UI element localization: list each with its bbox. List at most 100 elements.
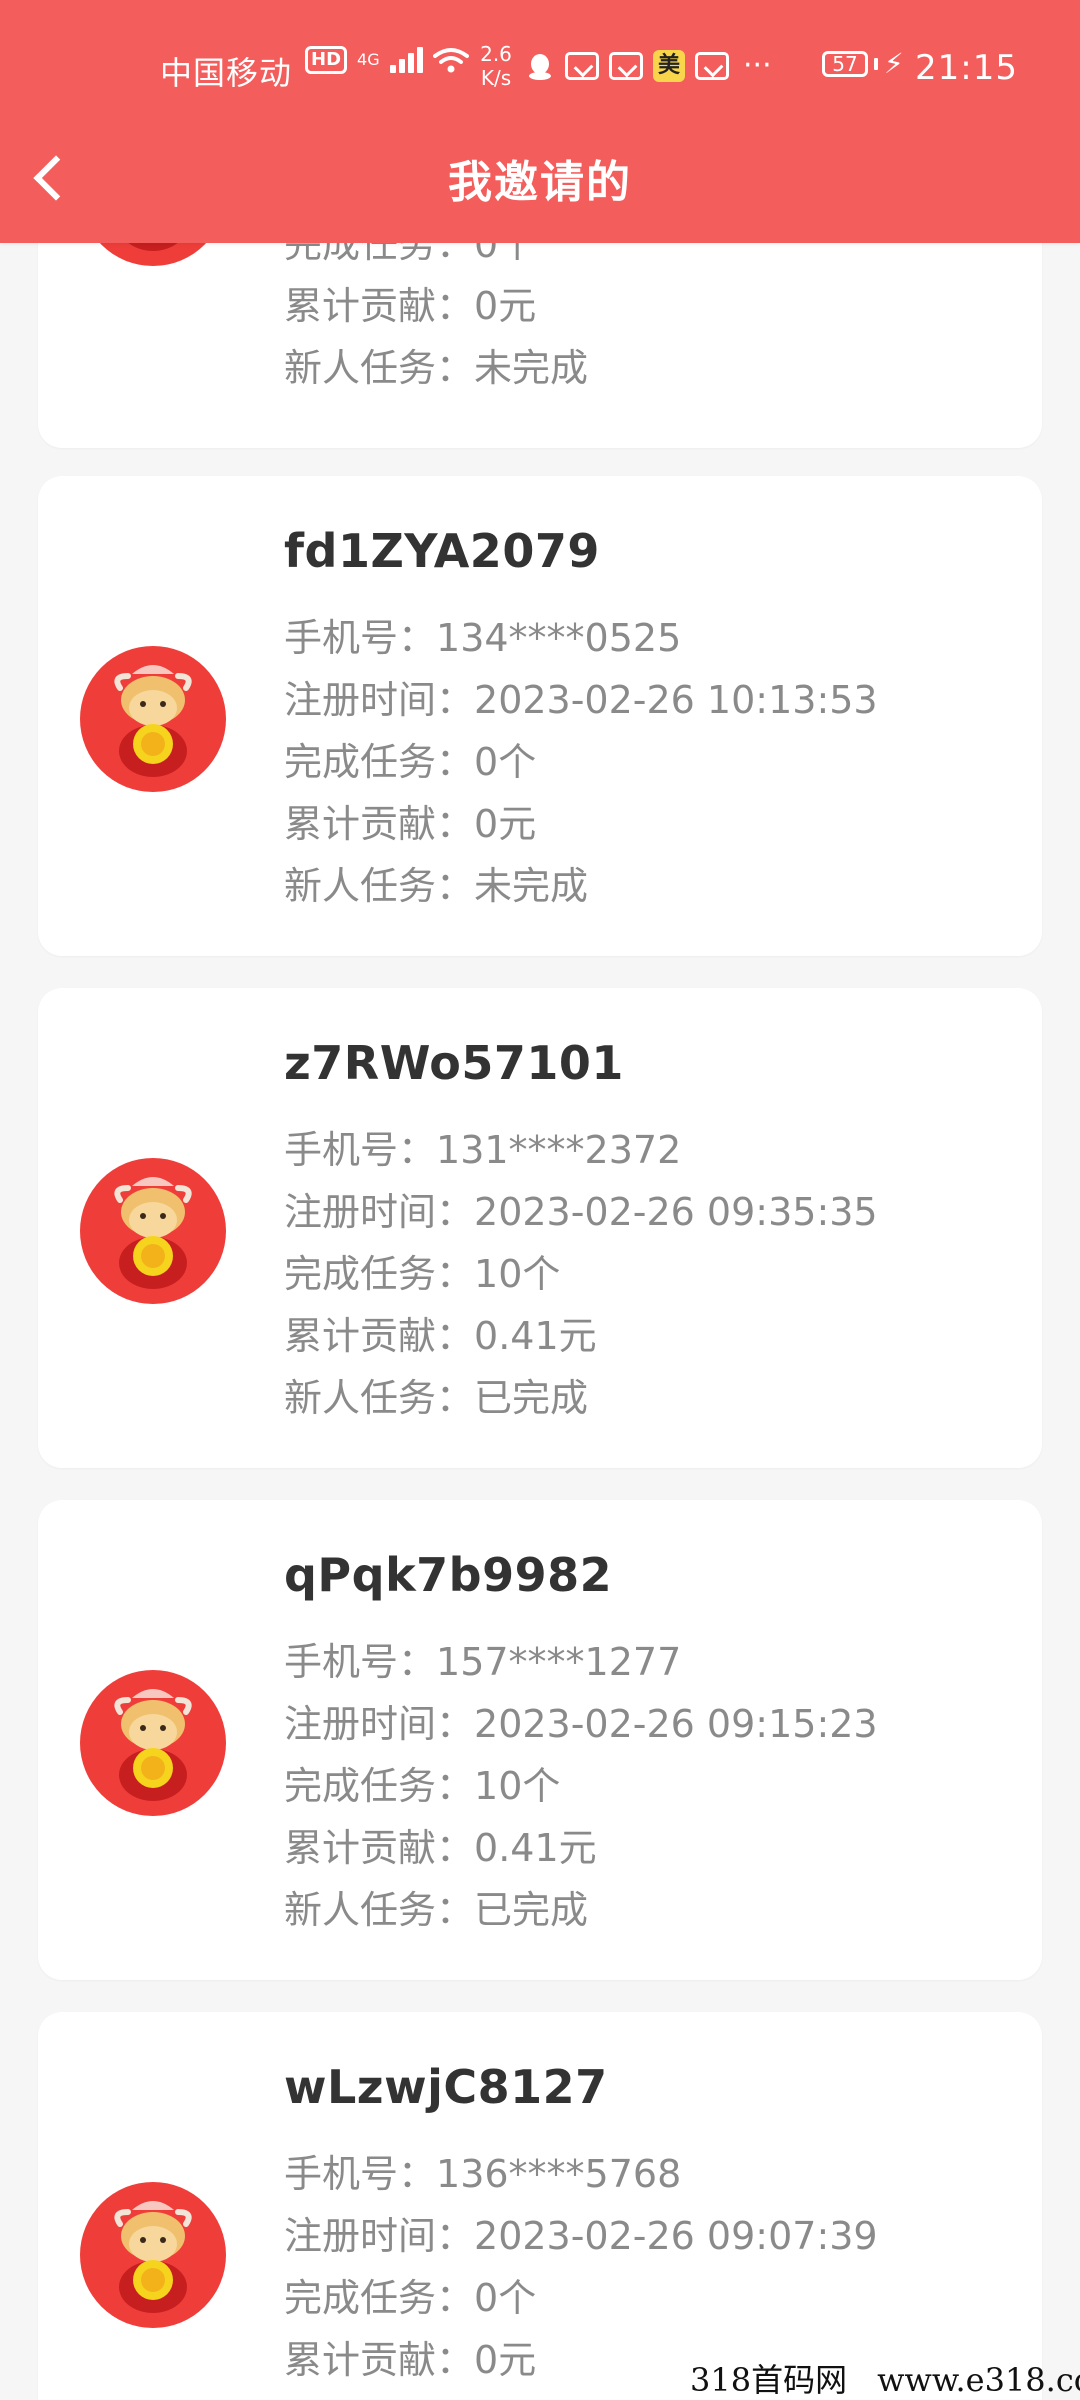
charging-icon: ⚡ bbox=[884, 47, 904, 80]
invite-list[interactable]: 完成任务：0个 累计贡献：0元 新人任务：未完成 fd1ZYA2079 手机号：… bbox=[0, 0, 1080, 2400]
info-label: 手机号： bbox=[284, 1640, 437, 1684]
app-notification-icon bbox=[695, 51, 729, 80]
watermark-site: 318首码网 bbox=[690, 2361, 848, 2399]
info-label: 注册时间： bbox=[284, 1190, 475, 1234]
notification-icons: 美 ··· bbox=[525, 48, 772, 83]
network-icons: HD 4G bbox=[305, 46, 469, 74]
info-label: 累计贡献： bbox=[284, 1314, 475, 1358]
invitee-id: qPqk7b9982 bbox=[284, 1548, 613, 1602]
info-row: 注册时间：2023-02-26 09:07:39 bbox=[284, 2212, 878, 2260]
info-value: 0元 bbox=[474, 2338, 537, 2382]
info-row: 累计贡献：0元 bbox=[284, 282, 536, 330]
watermark-url: www.e318.com bbox=[877, 2361, 1080, 2399]
speed-value: 2.6 bbox=[480, 42, 512, 66]
info-row: 完成任务：10个 bbox=[284, 1250, 560, 1298]
battery-indicator: 57 ⚡ bbox=[822, 50, 904, 78]
info-row: 完成任务：10个 bbox=[284, 1762, 560, 1810]
info-label: 新人任务： bbox=[284, 864, 475, 908]
info-row: 新人任务：已完成 bbox=[284, 1374, 588, 1422]
info-label: 累计贡献： bbox=[284, 1826, 475, 1870]
info-value: 0.41元 bbox=[474, 1826, 597, 1870]
info-row: 累计贡献：0.41元 bbox=[284, 1312, 597, 1360]
info-value: 0元 bbox=[474, 802, 537, 846]
info-value: 已完成 bbox=[474, 1376, 589, 1420]
info-row: 累计贡献：0元 bbox=[284, 800, 536, 848]
info-row: 累计贡献：0元 bbox=[284, 2336, 536, 2384]
info-row: 完成任务：0个 bbox=[284, 738, 536, 786]
info-value: 0.41元 bbox=[474, 1314, 597, 1358]
invite-card[interactable]: wLzwjC8127 手机号：136****5768 注册时间：2023-02-… bbox=[38, 2012, 1042, 2400]
battery-cap bbox=[874, 58, 878, 70]
info-value: 2023-02-26 09:35:35 bbox=[474, 1190, 878, 1234]
info-value: 2023-02-26 09:07:39 bbox=[474, 2214, 878, 2258]
info-value: 已完成 bbox=[474, 1888, 589, 1932]
info-value: 131****2372 bbox=[436, 1128, 682, 1172]
hd-badge: HD bbox=[305, 46, 348, 74]
info-value: 0元 bbox=[474, 284, 537, 328]
info-value: 2023-02-26 09:15:23 bbox=[474, 1702, 878, 1746]
app-header: 中国移动 HD 4G 2.6 K/s 美 ··· 57 ⚡ 21:15 我邀请的 bbox=[0, 0, 1080, 243]
info-row: 新人任务：未完成 bbox=[284, 862, 588, 910]
invite-card[interactable]: fd1ZYA2079 手机号：134****0525 注册时间：2023-02-… bbox=[38, 476, 1042, 956]
info-row: 手机号：157****1277 bbox=[284, 1638, 681, 1686]
qq-icon bbox=[529, 53, 551, 80]
info-row: 新人任务：已完成 bbox=[284, 1886, 588, 1934]
info-label: 手机号： bbox=[284, 616, 437, 660]
info-value: 0个 bbox=[474, 2276, 537, 2320]
info-value: 157****1277 bbox=[436, 1640, 682, 1684]
app-notification-icon bbox=[565, 51, 599, 80]
info-row: 手机号：136****5768 bbox=[284, 2150, 681, 2198]
info-row: 注册时间：2023-02-26 09:15:23 bbox=[284, 1700, 878, 1748]
info-label: 累计贡献： bbox=[284, 802, 475, 846]
invite-card[interactable]: qPqk7b9982 手机号：157****1277 注册时间：2023-02-… bbox=[38, 1500, 1042, 1980]
info-label: 累计贡献： bbox=[284, 2338, 475, 2382]
info-value: 2023-02-26 10:13:53 bbox=[474, 678, 878, 722]
info-label: 手机号： bbox=[284, 2152, 437, 2196]
info-label: 注册时间： bbox=[284, 2214, 475, 2258]
signal-icon bbox=[389, 47, 423, 73]
info-label: 完成任务： bbox=[284, 2276, 475, 2320]
network-speed: 2.6 K/s bbox=[471, 42, 521, 90]
info-value: 10个 bbox=[474, 1252, 561, 1296]
info-label: 新人任务： bbox=[284, 1376, 475, 1420]
info-value: 未完成 bbox=[474, 864, 589, 908]
info-label: 完成任务： bbox=[284, 1764, 475, 1808]
info-row: 注册时间：2023-02-26 10:13:53 bbox=[284, 676, 878, 724]
meituan-icon: 美 bbox=[653, 49, 685, 82]
info-value: 136****5768 bbox=[436, 2152, 682, 2196]
info-label: 新人任务： bbox=[284, 1888, 475, 1932]
clock: 21:15 bbox=[915, 48, 1018, 88]
info-row: 完成任务：0个 bbox=[284, 2274, 536, 2322]
avatar bbox=[80, 1670, 226, 1816]
info-label: 注册时间： bbox=[284, 678, 475, 722]
info-value: 10个 bbox=[474, 1764, 561, 1808]
page-title: 我邀请的 bbox=[448, 157, 632, 208]
info-row: 手机号：134****0525 bbox=[284, 614, 681, 662]
info-value: 134****0525 bbox=[436, 616, 682, 660]
invitee-id: fd1ZYA2079 bbox=[284, 524, 600, 578]
info-label: 注册时间： bbox=[284, 1702, 475, 1746]
info-label: 新人任务： bbox=[284, 346, 475, 390]
wifi-icon bbox=[432, 48, 469, 73]
info-label: 累计贡献： bbox=[284, 284, 475, 328]
info-value: 0个 bbox=[474, 740, 537, 784]
info-label: 完成任务： bbox=[284, 740, 475, 784]
battery-icon: 57 bbox=[822, 51, 868, 77]
info-value: 未完成 bbox=[474, 346, 589, 390]
avatar bbox=[80, 646, 226, 792]
carrier-name: 中国移动 bbox=[160, 54, 293, 92]
invite-card[interactable]: z7RWo57101 手机号：131****2372 注册时间：2023-02-… bbox=[38, 988, 1042, 1468]
more-notifications-icon: ··· bbox=[743, 48, 772, 83]
avatar bbox=[80, 1158, 226, 1304]
info-label: 手机号： bbox=[284, 1128, 437, 1172]
status-bar: 中国移动 HD 4G 2.6 K/s 美 ··· 57 ⚡ 21:15 bbox=[0, 40, 1080, 100]
watermark: 318首码网 www.e318.com bbox=[690, 2360, 1080, 2400]
info-row: 累计贡献：0.41元 bbox=[284, 1824, 597, 1872]
speed-unit: K/s bbox=[480, 66, 512, 90]
avatar bbox=[80, 2182, 226, 2328]
info-row: 新人任务：未完成 bbox=[284, 344, 588, 392]
network-type: 4G bbox=[357, 50, 380, 69]
info-label: 完成任务： bbox=[284, 1252, 475, 1296]
info-row: 注册时间：2023-02-26 09:35:35 bbox=[284, 1188, 878, 1236]
info-row: 手机号：131****2372 bbox=[284, 1126, 681, 1174]
